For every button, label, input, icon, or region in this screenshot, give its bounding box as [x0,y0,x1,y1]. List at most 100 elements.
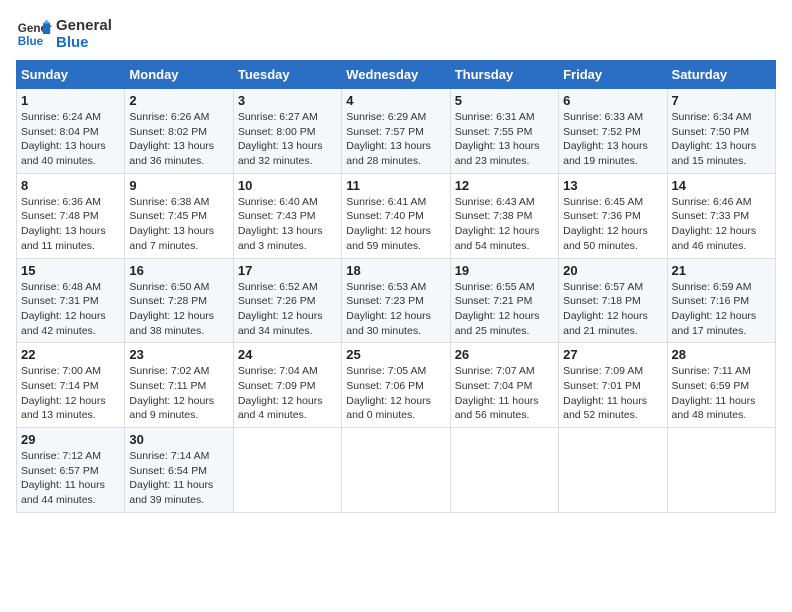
day-number: 16 [129,263,228,278]
header-day-wednesday: Wednesday [342,61,450,89]
calendar-cell: 7Sunrise: 6:34 AMSunset: 7:50 PMDaylight… [667,89,775,174]
day-number: 29 [21,432,120,447]
calendar-week-2: 8Sunrise: 6:36 AMSunset: 7:48 PMDaylight… [17,173,776,258]
calendar-cell: 21 Sunrise: 6:59 AMSunset: 7:16 PMDayligh… [667,258,775,343]
calendar-cell: 26 Sunrise: 7:07 AMSunset: 7:04 PMDayligh… [450,343,558,428]
calendar-cell: 11Sunrise: 6:41 AMSunset: 7:40 PMDayligh… [342,173,450,258]
cell-text: Sunrise: 6:59 AMSunset: 7:16 PMDaylight:… [672,280,771,339]
calendar-cell: 4 Sunrise: 6:29 AMSunset: 7:57 PMDaylight… [342,89,450,174]
calendar-cell: 15 Sunrise: 6:48 AMSunset: 7:31 PMDayligh… [17,258,125,343]
day-number: 17 [238,263,337,278]
header: General Blue General Blue [16,16,776,52]
calendar-cell: 29 Sunrise: 7:12 AMSunset: 6:57 PMDayligh… [17,428,125,513]
cell-text: Sunrise: 6:41 AMSunset: 7:40 PMDaylight:… [346,195,445,254]
calendar-cell [559,428,667,513]
day-number: 10 [238,178,337,193]
cell-text: Sunrise: 6:27 AMSunset: 8:00 PMDaylight:… [238,110,337,169]
day-number: 8 [21,178,120,193]
calendar-cell: 20 Sunrise: 6:57 AMSunset: 7:18 PMDayligh… [559,258,667,343]
calendar-cell: 27 Sunrise: 7:09 AMSunset: 7:01 PMDayligh… [559,343,667,428]
calendar-cell: 5 Sunrise: 6:31 AMSunset: 7:55 PMDaylight… [450,89,558,174]
cell-text: Sunrise: 6:46 AMSunset: 7:33 PMDaylight:… [672,195,771,254]
cell-text: Sunrise: 6:31 AMSunset: 7:55 PMDaylight:… [455,110,554,169]
day-number: 18 [346,263,445,278]
cell-text: Sunrise: 7:07 AMSunset: 7:04 PMDaylight:… [455,364,554,423]
calendar-cell [233,428,341,513]
calendar-week-1: 1Sunrise: 6:24 AMSunset: 8:04 PMDaylight… [17,89,776,174]
calendar-week-4: 22Sunrise: 7:00 AMSunset: 7:14 PMDayligh… [17,343,776,428]
day-number: 4 [346,93,445,108]
cell-text: Sunrise: 7:05 AMSunset: 7:06 PMDaylight:… [346,364,445,423]
calendar-cell: 1Sunrise: 6:24 AMSunset: 8:04 PMDaylight… [17,89,125,174]
day-number: 24 [238,347,337,362]
calendar-cell: 24 Sunrise: 7:04 AMSunset: 7:09 PMDayligh… [233,343,341,428]
calendar-week-3: 15 Sunrise: 6:48 AMSunset: 7:31 PMDayligh… [17,258,776,343]
calendar-cell: 13Sunrise: 6:45 AMSunset: 7:36 PMDayligh… [559,173,667,258]
day-number: 15 [21,263,120,278]
day-number: 5 [455,93,554,108]
calendar-body: 1Sunrise: 6:24 AMSunset: 8:04 PMDaylight… [17,89,776,513]
cell-text: Sunrise: 7:02 AMSunset: 7:11 PMDaylight:… [129,364,228,423]
calendar-cell: 23Sunrise: 7:02 AMSunset: 7:11 PMDayligh… [125,343,233,428]
calendar-cell: 28Sunrise: 7:11 AMSunset: 6:59 PMDayligh… [667,343,775,428]
header-day-saturday: Saturday [667,61,775,89]
cell-text: Sunrise: 6:55 AMSunset: 7:21 PMDaylight:… [455,280,554,339]
cell-text: Sunrise: 6:38 AMSunset: 7:45 PMDaylight:… [129,195,228,254]
calendar-cell: 18 Sunrise: 6:53 AMSunset: 7:23 PMDayligh… [342,258,450,343]
calendar-cell: 3Sunrise: 6:27 AMSunset: 8:00 PMDaylight… [233,89,341,174]
day-number: 21 [672,263,771,278]
header-day-friday: Friday [559,61,667,89]
header-day-sunday: Sunday [17,61,125,89]
day-number: 12 [455,178,554,193]
calendar-cell: 17Sunrise: 6:52 AMSunset: 7:26 PMDayligh… [233,258,341,343]
day-number: 1 [21,93,120,108]
day-number: 26 [455,347,554,362]
day-number: 20 [563,263,662,278]
calendar-cell: 10Sunrise: 6:40 AMSunset: 7:43 PMDayligh… [233,173,341,258]
calendar-cell [667,428,775,513]
calendar-cell: 22Sunrise: 7:00 AMSunset: 7:14 PMDayligh… [17,343,125,428]
calendar-cell: 6 Sunrise: 6:33 AMSunset: 7:52 PMDaylight… [559,89,667,174]
cell-text: Sunrise: 7:09 AMSunset: 7:01 PMDaylight:… [563,364,662,423]
day-number: 9 [129,178,228,193]
day-number: 30 [129,432,228,447]
svg-text:Blue: Blue [18,35,44,48]
cell-text: Sunrise: 6:33 AMSunset: 7:52 PMDaylight:… [563,110,662,169]
header-day-thursday: Thursday [450,61,558,89]
logo-icon: General Blue [16,16,52,52]
day-number: 7 [672,93,771,108]
day-number: 22 [21,347,120,362]
cell-text: Sunrise: 7:14 AMSunset: 6:54 PMDaylight:… [129,449,228,508]
header-day-tuesday: Tuesday [233,61,341,89]
day-number: 28 [672,347,771,362]
cell-text: Sunrise: 6:48 AMSunset: 7:31 PMDaylight:… [21,280,120,339]
cell-text: Sunrise: 6:29 AMSunset: 7:57 PMDaylight:… [346,110,445,169]
logo: General Blue General Blue [16,16,112,52]
cell-text: Sunrise: 6:50 AMSunset: 7:28 PMDaylight:… [129,280,228,339]
cell-text: Sunrise: 6:26 AMSunset: 8:02 PMDaylight:… [129,110,228,169]
logo-blue: Blue [56,34,112,51]
calendar-cell: 30 Sunrise: 7:14 AMSunset: 6:54 PMDayligh… [125,428,233,513]
cell-text: Sunrise: 6:45 AMSunset: 7:36 PMDaylight:… [563,195,662,254]
day-number: 6 [563,93,662,108]
logo-general: General [56,17,112,34]
cell-text: Sunrise: 6:43 AMSunset: 7:38 PMDaylight:… [455,195,554,254]
day-number: 27 [563,347,662,362]
calendar-cell: 8Sunrise: 6:36 AMSunset: 7:48 PMDaylight… [17,173,125,258]
cell-text: Sunrise: 6:53 AMSunset: 7:23 PMDaylight:… [346,280,445,339]
calendar-cell: 16 Sunrise: 6:50 AMSunset: 7:28 PMDayligh… [125,258,233,343]
cell-text: Sunrise: 7:12 AMSunset: 6:57 PMDaylight:… [21,449,120,508]
calendar-cell [450,428,558,513]
calendar-week-5: 29 Sunrise: 7:12 AMSunset: 6:57 PMDayligh… [17,428,776,513]
calendar-header: SundayMondayTuesdayWednesdayThursdayFrid… [17,61,776,89]
cell-text: Sunrise: 6:57 AMSunset: 7:18 PMDaylight:… [563,280,662,339]
calendar-cell: 2 Sunrise: 6:26 AMSunset: 8:02 PMDaylight… [125,89,233,174]
calendar-cell: 14Sunrise: 6:46 AMSunset: 7:33 PMDayligh… [667,173,775,258]
day-number: 2 [129,93,228,108]
calendar-cell: 25Sunrise: 7:05 AMSunset: 7:06 PMDayligh… [342,343,450,428]
calendar-cell: 19Sunrise: 6:55 AMSunset: 7:21 PMDayligh… [450,258,558,343]
header-day-monday: Monday [125,61,233,89]
calendar-cell [342,428,450,513]
calendar-cell: 12 Sunrise: 6:43 AMSunset: 7:38 PMDayligh… [450,173,558,258]
cell-text: Sunrise: 7:04 AMSunset: 7:09 PMDaylight:… [238,364,337,423]
